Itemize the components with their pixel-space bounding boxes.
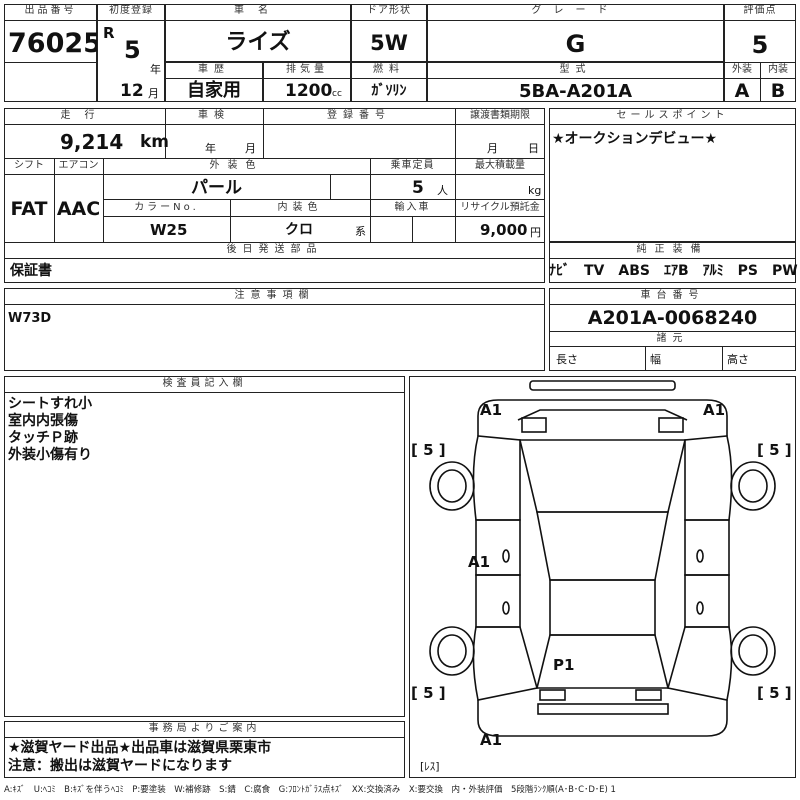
office-line-2: 注意：搬出は滋賀ヤードになります: [8, 758, 232, 774]
chassis-number: A201A-0068240: [587, 307, 758, 329]
load-unit: kg: [528, 184, 542, 197]
ac: AAC: [56, 198, 101, 220]
era-year: 5: [124, 36, 141, 64]
damage-diagram-frame: [409, 376, 796, 778]
import-label: 輸入車: [394, 202, 431, 213]
door-label: ドア形状: [367, 5, 411, 16]
shift-label: シフト: [14, 160, 44, 171]
width-label: 幅: [650, 353, 661, 366]
era-letter: R: [103, 24, 115, 42]
spec-label: 諸元: [656, 333, 689, 344]
auction-sheet: 出品番号 76025 初度登録 R 5 年 12 月 車名 ライズ ドア形状 5…: [0, 0, 800, 800]
later-items: 保証書: [10, 263, 52, 279]
color-label: 外装色: [209, 160, 264, 171]
fuel-label: 燃料: [373, 64, 405, 75]
equipment-items: ﾅﾋﾞ TV ABS ｴｱB ｱﾙﾐ PS PW: [549, 263, 798, 279]
inspector-line-2: 室内内張傷: [8, 413, 78, 429]
exterior-grade: A: [734, 80, 750, 102]
recycle-deposit: 9,000: [480, 221, 528, 239]
load-label: 最大積載量: [475, 160, 525, 171]
mileage-label: 走行: [60, 110, 109, 121]
inspection-label: 車検: [198, 110, 230, 121]
length-label: 長さ: [556, 353, 578, 366]
lot-number: 76025: [8, 28, 102, 59]
legend: A:ｷｽﾞ U:ﾍｺﾐ B:ｷｽﾞを伴うﾍｺﾐ P:要塗装 W:補修跡 S:錆 …: [4, 785, 616, 795]
color-no-label: カラーNo.: [134, 202, 199, 213]
color-no: W25: [150, 221, 188, 239]
notes-label: 注意事項欄: [234, 290, 315, 301]
car-name: ライズ: [225, 30, 291, 55]
interior-color: クロ: [285, 222, 313, 238]
later-items-label: 後日発送部品: [226, 244, 323, 255]
door-type: 5W: [370, 31, 408, 55]
sales-point-cell: [549, 108, 796, 242]
capacity-unit: 人: [437, 184, 448, 197]
displacement-label: 排気量: [286, 64, 328, 75]
transfer-doc-label: 譲渡書類期限: [470, 110, 530, 121]
lot-number-label: 出品番号: [24, 5, 77, 16]
height-label: 高さ: [727, 353, 749, 366]
sales-point-text: ★オークションデビュー★: [552, 131, 718, 147]
inspector-line-3: タッチＰ跡: [8, 430, 78, 446]
fuel: ｶﾞｿﾘﾝ: [371, 83, 407, 99]
inspection-month-unit: 月: [245, 142, 256, 155]
recycle-label: リサイクル預託金: [460, 202, 540, 213]
overall-score: 5: [751, 31, 769, 59]
inspector-line-4: 外装小傷有り: [8, 447, 92, 463]
model-label: 型式: [559, 64, 592, 75]
capacity: 5: [412, 178, 424, 198]
registration-label: 登録番号: [327, 110, 391, 121]
ac-label: エアコン: [58, 160, 99, 171]
color: パール: [191, 178, 242, 198]
transfer-day-unit: 日: [528, 142, 539, 155]
mileage: 9,214: [60, 130, 124, 154]
month-unit: 月: [148, 87, 159, 100]
year-unit: 年: [150, 63, 161, 76]
chassis-label: 車台番号: [640, 290, 705, 301]
exterior-label: 外装: [732, 64, 752, 75]
history: 自家用: [187, 80, 241, 101]
inspector-label: 検査員記入欄: [162, 378, 247, 389]
shift: FAT: [10, 198, 48, 220]
grade: G: [565, 30, 586, 58]
inspection-year-unit: 年: [205, 142, 216, 155]
transfer-month-unit: 月: [487, 142, 498, 155]
recycle-unit: 円: [530, 226, 541, 239]
first-registration-label: 初度登録: [109, 5, 153, 16]
equipment-label: 純正装備: [636, 244, 709, 255]
mileage-unit: km: [140, 132, 170, 152]
interior-color-unit: 系: [355, 225, 366, 238]
capacity-label: 乗車定員: [390, 160, 435, 171]
displacement-unit: cc: [332, 89, 342, 99]
first-reg-month: 12: [120, 81, 144, 101]
displacement: 1200: [285, 81, 333, 101]
interior-color-label: 内装色: [277, 202, 323, 213]
notes-text: W73D: [8, 311, 52, 326]
interior-label: 内装: [768, 64, 788, 75]
inspector-line-1: シートすれ小: [8, 396, 92, 412]
model-code: 5BA-A201A: [518, 81, 633, 102]
sales-point-label: セールスポイント: [616, 110, 729, 121]
car-name-label: 車名: [234, 5, 282, 16]
history-label: 車歴: [198, 64, 230, 75]
office-label: 事務局よりご案内: [148, 723, 261, 734]
grade-label: グレード: [531, 5, 620, 16]
office-line-1: ★滋賀ヤード出品★出品車は滋賀県栗東市: [8, 740, 272, 756]
score-label: 評価点: [743, 5, 777, 16]
interior-grade: B: [770, 80, 786, 102]
